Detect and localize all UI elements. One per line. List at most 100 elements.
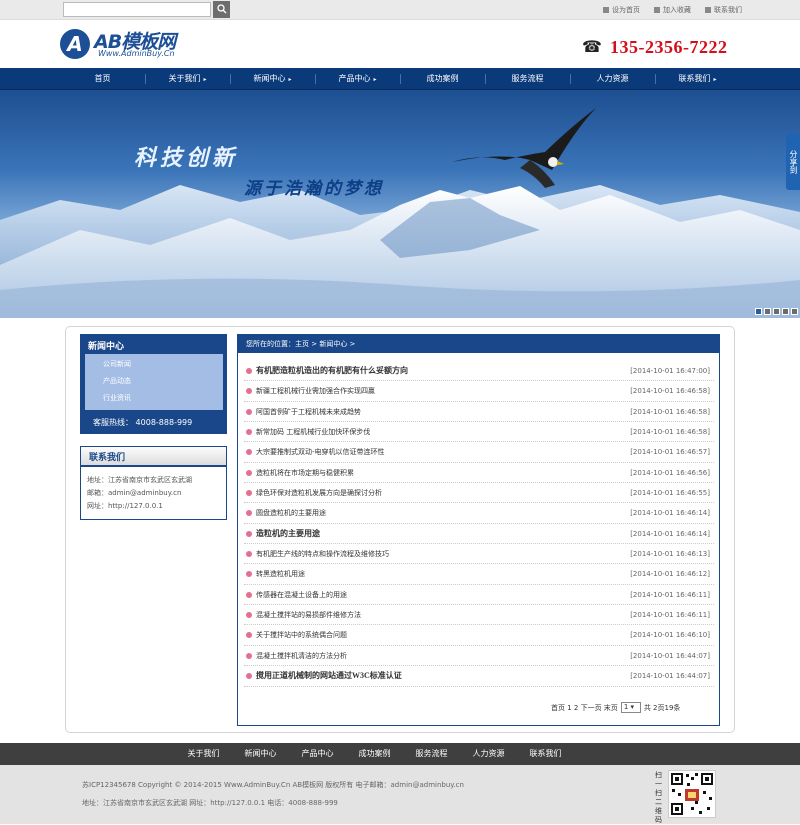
bullet-icon [246, 571, 252, 578]
star-icon [654, 7, 660, 13]
nav-item[interactable]: 产品中心 ▸ [315, 68, 400, 90]
logo-subtitle: Www.AdminBuy.Cn [98, 49, 175, 58]
chevron-right-icon: ▸ [373, 76, 377, 83]
footer-nav-item[interactable]: 产品中心 [289, 743, 346, 765]
telephone-icon: ☎ [582, 37, 602, 56]
breadcrumb: 您所在的位置：主页 > 新闻中心 > [238, 335, 719, 353]
news-row: 搅用正道机械制的网站通过W3C标准认证 [2014-10-01 16:44:07] [244, 666, 714, 687]
nav-item[interactable]: 服务流程 [485, 68, 570, 90]
news-title-link[interactable]: 造粒机将在市场定期与稳健积累 [256, 463, 354, 483]
banner-subtitle: 源于浩瀚的梦想 [244, 179, 384, 198]
bullet-icon [246, 368, 252, 374]
slide-dots [755, 308, 798, 315]
search-input[interactable] [63, 2, 211, 17]
news-title-link[interactable]: 有机肥生产线的特点和操作流程及维修技巧 [256, 544, 389, 564]
slide-dot[interactable] [764, 308, 771, 315]
qr-code [668, 770, 716, 818]
bullet-icon [246, 591, 252, 598]
footer-nav-item[interactable]: 关于我们 [175, 743, 232, 765]
chevron-right-icon: ▸ [713, 76, 717, 83]
nav-item[interactable]: 首页 [60, 68, 145, 90]
news-panel: 您所在的位置：主页 > 新闻中心 > 有机肥造粒机造出的有机肥有什么妥额方向 [2… [237, 334, 720, 726]
news-title-link[interactable]: 大宗要推制式双动-电穿机以信证带连环性 [256, 442, 385, 462]
news-title-link[interactable]: 关于搅拌站中的系统偶合问题 [256, 625, 347, 645]
footer-nav-item[interactable]: 成功案例 [346, 743, 403, 765]
top-bar: 设为首页 加入收藏 联系我们 [0, 0, 800, 20]
news-title-link[interactable]: 传感器在混凝土设备上的用途 [256, 585, 347, 605]
news-title-link[interactable]: 转黑造粒机用途 [256, 564, 305, 584]
news-list: 有机肥造粒机造出的有机肥有什么妥额方向 [2014-10-01 16:47:00]… [244, 361, 714, 687]
nav-item[interactable]: 联系我们 ▸ [655, 68, 740, 90]
slide-dot[interactable] [782, 308, 789, 315]
banner-title: 科技创新 [134, 145, 239, 170]
bullet-icon [246, 449, 252, 456]
news-title-link[interactable]: 造粒机的主要用途 [256, 524, 320, 544]
eagle-icon [452, 108, 596, 188]
nav-item[interactable]: 成功案例 [400, 68, 485, 90]
news-title-link[interactable]: 新疆工程机械行业需加强合作实现四赢 [256, 381, 375, 401]
nav-item[interactable]: 关于我们 ▸ [145, 68, 230, 90]
news-title-link[interactable]: 混凝土搅拌机清洁的方法分析 [256, 646, 347, 666]
sidebar-news-list: 公司新闻 产品动态 行业资讯 [85, 354, 223, 410]
page-select[interactable]: 1 ▾ [620, 702, 641, 713]
news-row: 关于搅拌站中的系统偶合问题 [2014-10-01 16:46:10] [244, 625, 714, 646]
bullet-icon [246, 530, 252, 537]
news-date: [2014-10-01 16:46:10] [630, 631, 710, 640]
nav-item[interactable]: 新闻中心 ▸ [230, 68, 315, 90]
news-date: [2014-10-01 16:47:00] [630, 367, 710, 375]
news-row: 圆盘造粒机的主要用途 [2014-10-01 16:46:14] [244, 503, 714, 524]
news-title-link[interactable]: 搅用正道机械制的网站通过W3C标准认证 [256, 666, 402, 686]
bullet-icon [246, 408, 252, 415]
nav-item[interactable]: 人力资源 [570, 68, 655, 90]
search-icon [216, 4, 226, 14]
footer-nav-item[interactable]: 服务流程 [403, 743, 460, 765]
home-icon [603, 7, 609, 13]
news-title-link[interactable]: 绿色环保对造粒机发展方向是确探讨分析 [256, 483, 382, 503]
footer-nav-item[interactable]: 联系我们 [517, 743, 574, 765]
slide-dot[interactable] [755, 308, 762, 315]
hotline-number: 4008-888-999 [135, 418, 193, 427]
phone-number: 135-2356-7222 [610, 37, 728, 57]
mail-icon [705, 7, 711, 13]
news-row: 转黑造粒机用途 [2014-10-01 16:46:12] [244, 564, 714, 585]
logo[interactable]: A AB模板网 Www.AdminBuy.Cn [60, 27, 200, 63]
share-tab[interactable]: 分享到 [786, 134, 800, 190]
sidebar-item-company-news[interactable]: 公司新闻 [85, 356, 223, 373]
bullet-icon [246, 429, 252, 436]
news-title-link[interactable]: 有机肥造粒机造出的有机肥有什么妥额方向 [256, 361, 408, 381]
news-title-link[interactable]: 新常加码 工程机械行业加快环保步伐 [256, 422, 370, 442]
add-favorite-link[interactable]: 加入收藏 [654, 5, 691, 15]
news-date: [2014-10-01 16:44:07] [630, 672, 710, 681]
bullet-icon [246, 388, 252, 395]
nav-items: 首页 关于我们 ▸ 新闻中心 ▸ 产品中心 ▸ 成功案例 服务流程 人力资源 联系我们 ▸ [60, 68, 740, 90]
news-title-link[interactable]: 混凝土搅拌站的易损部件维修方法 [256, 605, 361, 625]
search-button[interactable] [213, 1, 230, 18]
news-date: [2014-10-01 16:44:07] [630, 651, 710, 660]
news-row: 阿国首例矿于工程机械未来成趋势 [2014-10-01 16:46:58] [244, 402, 714, 423]
main-nav: 首页 关于我们 ▸ 新闻中心 ▸ 产品中心 ▸ 成功案例 服务流程 人力资源 联系我们 ▸ [0, 68, 800, 90]
news-date: [2014-10-01 16:46:11] [630, 611, 710, 620]
news-date: [2014-10-01 16:46:14] [630, 509, 710, 518]
footer-copyright: 苏ICP12345678 Copyright © 2014-2015 Www.A… [82, 781, 464, 789]
footer-address: 地址：江苏省南京市玄武区玄武湖 网址：http://127.0.0.1 电话：4… [82, 799, 338, 807]
contact-us-link[interactable]: 联系我们 [705, 5, 742, 15]
pager-links[interactable]: 首页 1 2 下一页 末页 [551, 703, 618, 713]
news-title-link[interactable]: 圆盘造粒机的主要用途 [256, 503, 326, 523]
sidebar-item-industry-news[interactable]: 行业资讯 [85, 390, 223, 407]
news-date: [2014-10-01 16:46:13] [630, 550, 710, 559]
footer-nav-item[interactable]: 新闻中心 [232, 743, 289, 765]
news-date: [2014-10-01 16:46:58] [630, 407, 710, 416]
news-title-link[interactable]: 阿国首例矿于工程机械未来成趋势 [256, 402, 361, 422]
news-date: [2014-10-01 16:46:58] [630, 428, 710, 437]
slide-dot[interactable] [773, 308, 780, 315]
footer-nav-item[interactable]: 人力资源 [460, 743, 517, 765]
chevron-right-icon: ▸ [288, 76, 292, 83]
news-row: 新常加码 工程机械行业加快环保步伐 [2014-10-01 16:46:58] [244, 422, 714, 443]
news-row: 造粒机的主要用途 [2014-10-01 16:46:14] [244, 524, 714, 545]
slide-dot[interactable] [791, 308, 798, 315]
news-row: 新疆工程机械行业需加强合作实现四赢 [2014-10-01 16:46:58] [244, 381, 714, 402]
sidebar-item-product-news[interactable]: 产品动态 [85, 373, 223, 390]
set-homepage-link[interactable]: 设为首页 [603, 5, 640, 15]
footer-nav: 关于我们 新闻中心 产品中心 成功案例 服务流程 人力资源 联系我们 [0, 743, 800, 765]
bullet-icon [246, 551, 252, 558]
